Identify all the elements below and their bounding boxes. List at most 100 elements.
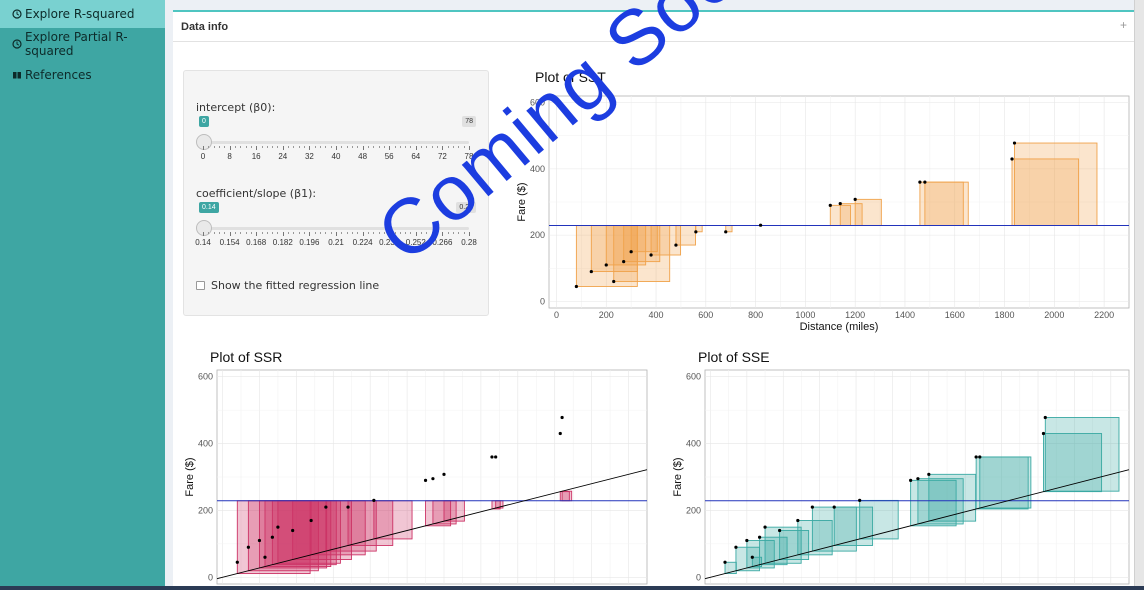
- slider-track[interactable]: [203, 141, 469, 144]
- slider-minor-tick: [346, 232, 348, 234]
- slider-tick: [442, 146, 444, 150]
- data-point: [763, 525, 767, 529]
- slider-minor-tick: [458, 232, 460, 234]
- collapse-button[interactable]: +: [1120, 18, 1127, 32]
- data-point: [674, 243, 678, 247]
- slider-minor-tick: [399, 146, 401, 148]
- sidebar-item-label: References: [25, 67, 92, 82]
- data-point: [324, 505, 328, 509]
- slider-minor-tick: [240, 232, 242, 234]
- slider-minor-tick: [304, 146, 306, 148]
- slider-minor-tick: [266, 232, 268, 234]
- slider-minor-tick: [453, 146, 455, 148]
- slider-minor-tick: [341, 232, 343, 234]
- y-axis-label: Fare ($): [672, 457, 684, 496]
- data-point: [723, 560, 727, 564]
- slider-ticks: 0.14 0.154 0.168 0.182 0.196 0.21 0.224 0.238 0.…: [195, 232, 477, 252]
- data-point: [838, 202, 842, 206]
- sidebar-item-label: Explore R-squared: [25, 7, 135, 21]
- y-tick-label: 200: [198, 505, 213, 515]
- slider-minor-tick: [357, 232, 359, 234]
- data-point: [431, 477, 435, 481]
- x-axis-label: Distance (miles): [800, 321, 879, 333]
- data-point: [750, 555, 754, 559]
- slider-minor-tick: [383, 146, 385, 148]
- slider-tick: [362, 232, 364, 236]
- slider-tick-label: 0.224: [352, 238, 373, 247]
- data-point: [235, 560, 239, 564]
- square-mark: [443, 500, 465, 522]
- data-point: [828, 203, 832, 207]
- intercept-slider[interactable]: 0 78 0 8 16 24 32 40 48 56 64 72 78: [196, 103, 476, 161]
- slider-minor-tick: [431, 146, 433, 148]
- slider-minor-tick: [224, 146, 226, 148]
- slider-tick-label: 0.168: [246, 238, 267, 247]
- intercept-value-badge: 0: [199, 116, 209, 127]
- slider-minor-tick: [426, 232, 428, 234]
- square-mark: [924, 181, 969, 226]
- square-mark: [373, 500, 413, 540]
- slope-slider[interactable]: 0.14 0.28 0.14 0.154 0.168 0.182 0.196 0.21 0.…: [195, 189, 477, 247]
- slider-tick-label: 0.182: [272, 238, 293, 247]
- slider-tick-label: 0: [200, 152, 206, 161]
- slider-minor-tick: [234, 146, 236, 148]
- slider-tick: [256, 146, 258, 150]
- slider-track[interactable]: [203, 227, 469, 230]
- data-point: [257, 538, 262, 543]
- data-point: [927, 472, 931, 476]
- slider-minor-tick: [447, 146, 449, 148]
- ssr-chart-svg: Plot of SSR 0 200 400 600 Fare ($): [184, 349, 648, 585]
- y-tick-label: 0: [208, 572, 213, 582]
- y-tick-label: 0: [540, 296, 545, 306]
- slider-minor-tick: [431, 232, 433, 234]
- y-tick-label: 600: [198, 372, 213, 382]
- slider-tick: [362, 146, 364, 150]
- slider-minor-tick: [320, 146, 322, 148]
- slider-minor-tick: [250, 232, 252, 234]
- slider-minor-tick: [293, 232, 295, 234]
- slider-minor-tick: [437, 146, 439, 148]
- x-tick-label: 0: [554, 310, 559, 320]
- sidebar-item-explore-r-squared[interactable]: Explore R-squared: [0, 0, 165, 28]
- x-tick-label: 1200: [845, 310, 865, 320]
- sidebar-item-label: Explore Partial R-squared: [25, 29, 128, 58]
- x-tick-label: 1000: [795, 310, 815, 320]
- slider-minor-tick: [383, 232, 385, 234]
- data-point: [423, 478, 428, 482]
- y-tick-label: 200: [530, 230, 545, 240]
- slope-value-badge: 0.14: [199, 202, 219, 213]
- slider-tick-label: 0.252: [405, 238, 426, 247]
- vertical-scrollbar[interactable]: [1134, 0, 1144, 590]
- y-axis-label: Fare ($): [516, 182, 528, 221]
- sidebar-item-explore-partial-r-squared[interactable]: Explore Partial R-squared: [0, 28, 165, 59]
- slider-minor-tick: [288, 232, 290, 234]
- slider-minor-tick: [453, 232, 455, 234]
- taskbar-edge: [0, 586, 1144, 590]
- data-point: [1041, 431, 1046, 436]
- data-point: [263, 555, 267, 559]
- y-axis-label: Fare ($): [184, 457, 196, 496]
- data-point: [909, 478, 913, 482]
- data-point: [442, 472, 446, 476]
- slider-minor-tick: [373, 232, 375, 234]
- y-tick-label: 400: [686, 439, 701, 449]
- slope-max-badge: 0.28: [456, 202, 476, 213]
- data-point: [778, 528, 782, 533]
- sidebar-item-references[interactable]: References: [0, 59, 165, 90]
- data-point: [246, 545, 250, 549]
- data-point: [622, 260, 626, 264]
- y-tick-label: 400: [530, 164, 545, 174]
- fitted-line-checkbox-row[interactable]: Show the fitted regression line: [196, 279, 379, 292]
- slider-tick-label: 0.14: [195, 238, 211, 247]
- sse-chart-svg: Plot of SSE 0 200 400 600 Fare ($): [672, 349, 1130, 585]
- fitted-line-checkbox[interactable]: [196, 281, 205, 290]
- slider-minor-tick: [426, 146, 428, 148]
- x-tick-label: 400: [649, 310, 664, 320]
- slider-tick-label: 0.196: [299, 238, 320, 247]
- data-point: [758, 223, 763, 227]
- slider-tick-label: 0.28: [461, 238, 477, 247]
- data-point: [1012, 141, 1017, 145]
- square-mark: [675, 225, 696, 246]
- data-point: [810, 505, 814, 509]
- y-tick-label: 400: [198, 439, 213, 449]
